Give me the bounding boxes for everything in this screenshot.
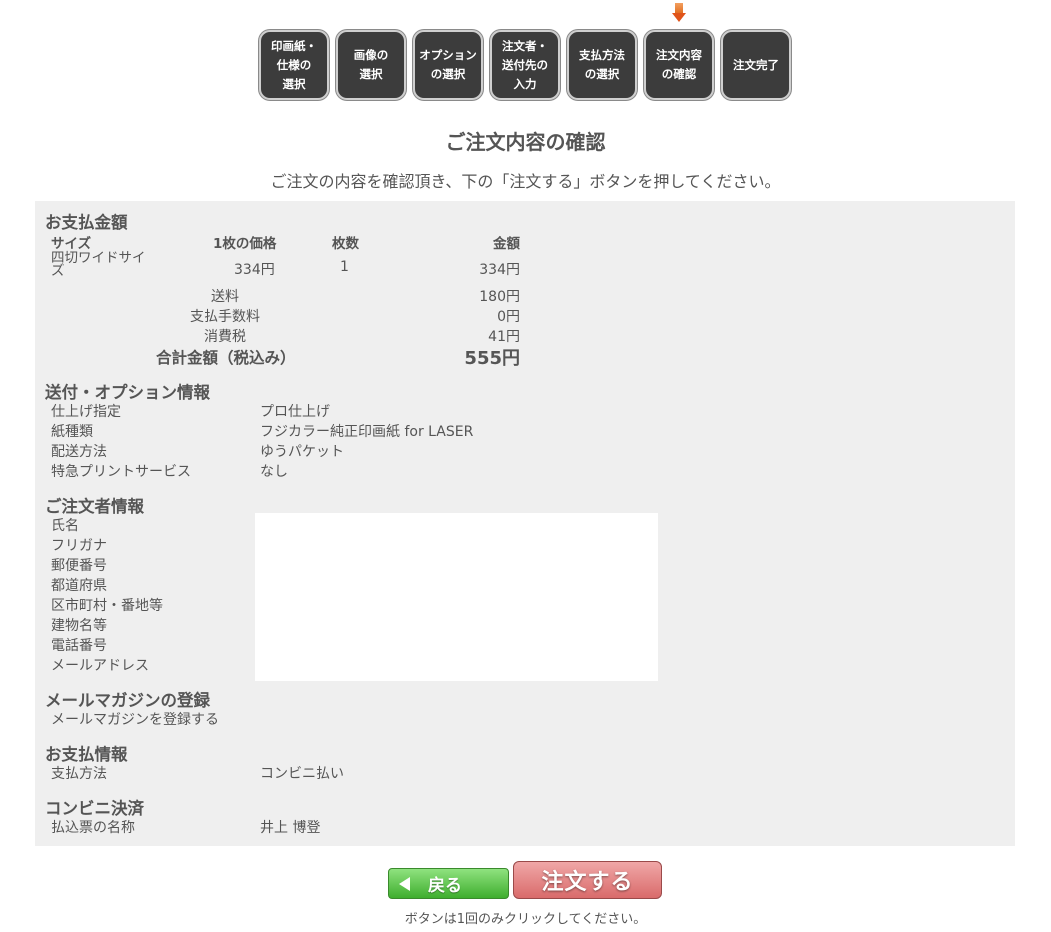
header-amount: 金額 <box>493 236 520 252</box>
newsletter-label: メールマガジンを登録する <box>51 712 219 728</box>
orderer-label-name: 氏名 <box>51 518 79 534</box>
orderer-label-email: メールアドレス <box>51 658 149 674</box>
step-order-complete: 注文完了 <box>721 30 791 100</box>
orderer-label-kana: フリガナ <box>51 538 107 554</box>
intro-text: ご注文の内容を確認頂き、下の「注文する」ボタンを押してください。 <box>270 172 781 191</box>
item-unit-price: 334円 <box>234 262 275 278</box>
orderer-label-building: 建物名等 <box>51 618 107 634</box>
section-title-convenience: コンビニ決済 <box>45 799 144 818</box>
tax-value: 41円 <box>488 329 520 345</box>
section-title-orderer: ご注文者情報 <box>45 497 144 516</box>
item-size-line2: ズ <box>51 263 65 279</box>
item-quantity: 1 <box>340 259 349 275</box>
payment-slip-name-value: 井上 博登 <box>260 820 321 836</box>
item-amount: 334円 <box>479 262 520 278</box>
page-title: ご注文内容の確認 <box>445 130 606 154</box>
orderer-label-phone: 電話番号 <box>51 638 107 654</box>
section-title-payment-amount: お支払金額 <box>45 213 128 232</box>
option-value-paper: フジカラー純正印画紙 for LASER <box>260 424 474 440</box>
current-step-arrow-icon <box>672 3 686 23</box>
header-unit-price: 1枚の価格 <box>213 236 277 252</box>
orderer-label-prefecture: 都道府県 <box>51 578 107 594</box>
step-order-confirm: 注文内容 の確認 <box>644 30 714 100</box>
redacted-orderer-info <box>255 513 658 681</box>
step-payment-select: 支払方法 の選択 <box>567 30 637 100</box>
fee-label: 支払手数料 <box>190 309 260 325</box>
header-size: サイズ <box>51 236 92 252</box>
option-value-express: なし <box>260 464 288 480</box>
step-image-select: 画像の 選択 <box>336 30 406 100</box>
total-value: 555円 <box>464 348 520 369</box>
order-summary-panel: お支払金額 サイズ 1枚の価格 枚数 金額 四切ワイドサイ ズ 334円 1 3… <box>35 201 1015 846</box>
option-label-delivery: 配送方法 <box>51 444 107 460</box>
fee-value: 0円 <box>497 309 520 325</box>
option-value-delivery: ゆうパケット <box>260 444 344 460</box>
step-orderer-input: 注文者・ 送付先の 入力 <box>490 30 560 100</box>
left-triangle-icon <box>399 876 410 891</box>
payment-method-label: 支払方法 <box>51 766 107 782</box>
tax-label: 消費税 <box>204 329 246 345</box>
option-label-paper: 紙種類 <box>51 424 93 440</box>
step-indicator: 印画紙・ 仕様の 選択 画像の 選択 オプション の選択 注文者・ 送付先の 入… <box>259 30 793 102</box>
total-label: 合計金額（税込み） <box>156 349 296 367</box>
option-value-finish: プロ仕上げ <box>260 404 330 420</box>
header-quantity: 枚数 <box>332 236 359 252</box>
click-once-note: ボタンは1回のみクリックしてください。 <box>404 912 647 927</box>
section-title-newsletter: メールマガジンの登録 <box>45 691 210 710</box>
shipping-label: 送料 <box>211 289 239 305</box>
shipping-value: 180円 <box>479 289 520 305</box>
item-size: 四切ワイドサイ ズ <box>51 250 146 279</box>
place-order-button-label: 注文する <box>541 870 634 895</box>
payment-method-value: コンビニ払い <box>260 766 344 782</box>
orderer-label-address: 区市町村・番地等 <box>51 598 163 614</box>
section-title-shipping-options: 送付・オプション情報 <box>45 383 210 402</box>
orderer-label-postal: 郵便番号 <box>51 558 107 574</box>
back-button[interactable]: 戻る <box>388 868 509 899</box>
back-button-label: 戻る <box>428 876 462 896</box>
place-order-button[interactable]: 注文する <box>513 861 662 899</box>
payment-slip-name-label: 払込票の名称 <box>51 820 135 836</box>
option-label-finish: 仕上げ指定 <box>51 404 121 420</box>
item-size-line1: 四切ワイドサイ <box>51 250 146 266</box>
step-paper-spec: 印画紙・ 仕様の 選択 <box>259 30 329 100</box>
section-title-payment-info: お支払情報 <box>45 745 128 764</box>
option-label-express: 特急プリントサービス <box>51 464 191 480</box>
step-option-select: オプション の選択 <box>413 30 483 100</box>
